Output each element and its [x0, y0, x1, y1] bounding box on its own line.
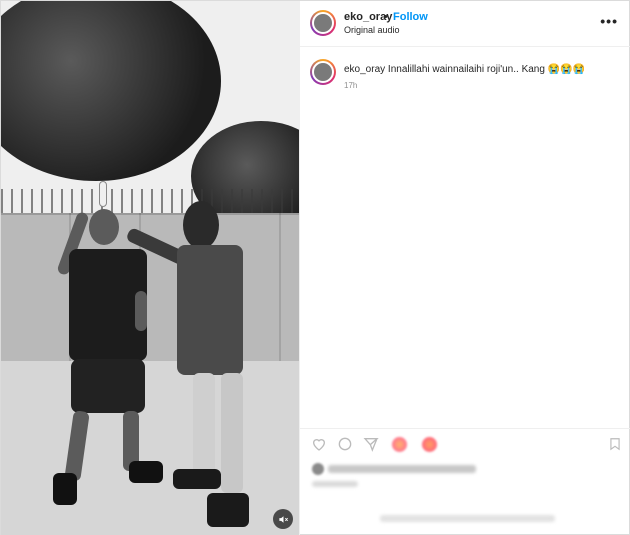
header-separator: •: [384, 11, 388, 23]
liked-by-avatar: [312, 463, 324, 475]
comment-avatar[interactable]: [310, 59, 336, 85]
comment-input-redacted[interactable]: [380, 515, 555, 522]
author-avatar[interactable]: [310, 10, 336, 36]
liked-by-redacted: [328, 465, 476, 473]
caption-username[interactable]: eko_oray: [344, 64, 385, 75]
gradient-reaction-icon: [391, 436, 407, 452]
share-button[interactable]: [362, 435, 380, 453]
reaction-button-2[interactable]: [420, 435, 438, 453]
post-header: eko_oray • Follow Original audio •••: [300, 1, 630, 47]
share-icon: [363, 438, 379, 452]
post-modal: eko_oray • Follow Original audio ••• eko…: [0, 0, 630, 535]
bookmark-icon: [610, 438, 620, 451]
follow-button[interactable]: Follow: [393, 11, 428, 23]
caption-time[interactable]: 17h: [344, 81, 357, 90]
heart-icon: [312, 439, 326, 451]
audio-label[interactable]: Original audio: [344, 25, 400, 35]
comment-icon: [338, 437, 352, 451]
save-button[interactable]: [606, 435, 624, 453]
post-details-panel: eko_oray • Follow Original audio ••• eko…: [299, 1, 630, 535]
media-person-right: [121, 201, 251, 531]
mute-button[interactable]: [273, 509, 293, 529]
comment-button[interactable]: [336, 435, 354, 453]
action-bar: [300, 428, 630, 458]
post-media[interactable]: [1, 1, 299, 535]
more-options-button[interactable]: •••: [600, 13, 618, 29]
reaction-button-1[interactable]: [390, 435, 408, 453]
speaker-muted-icon: [278, 515, 288, 523]
caption-text: Innalillahi wainnailaihi roji'un.. Kang …: [387, 64, 586, 75]
post-date-redacted: [312, 481, 358, 487]
caption: eko_oray Innalillahi wainnailaihi roji'u…: [344, 64, 624, 75]
gradient-reaction-icon: [421, 436, 437, 452]
like-button[interactable]: [310, 435, 328, 453]
